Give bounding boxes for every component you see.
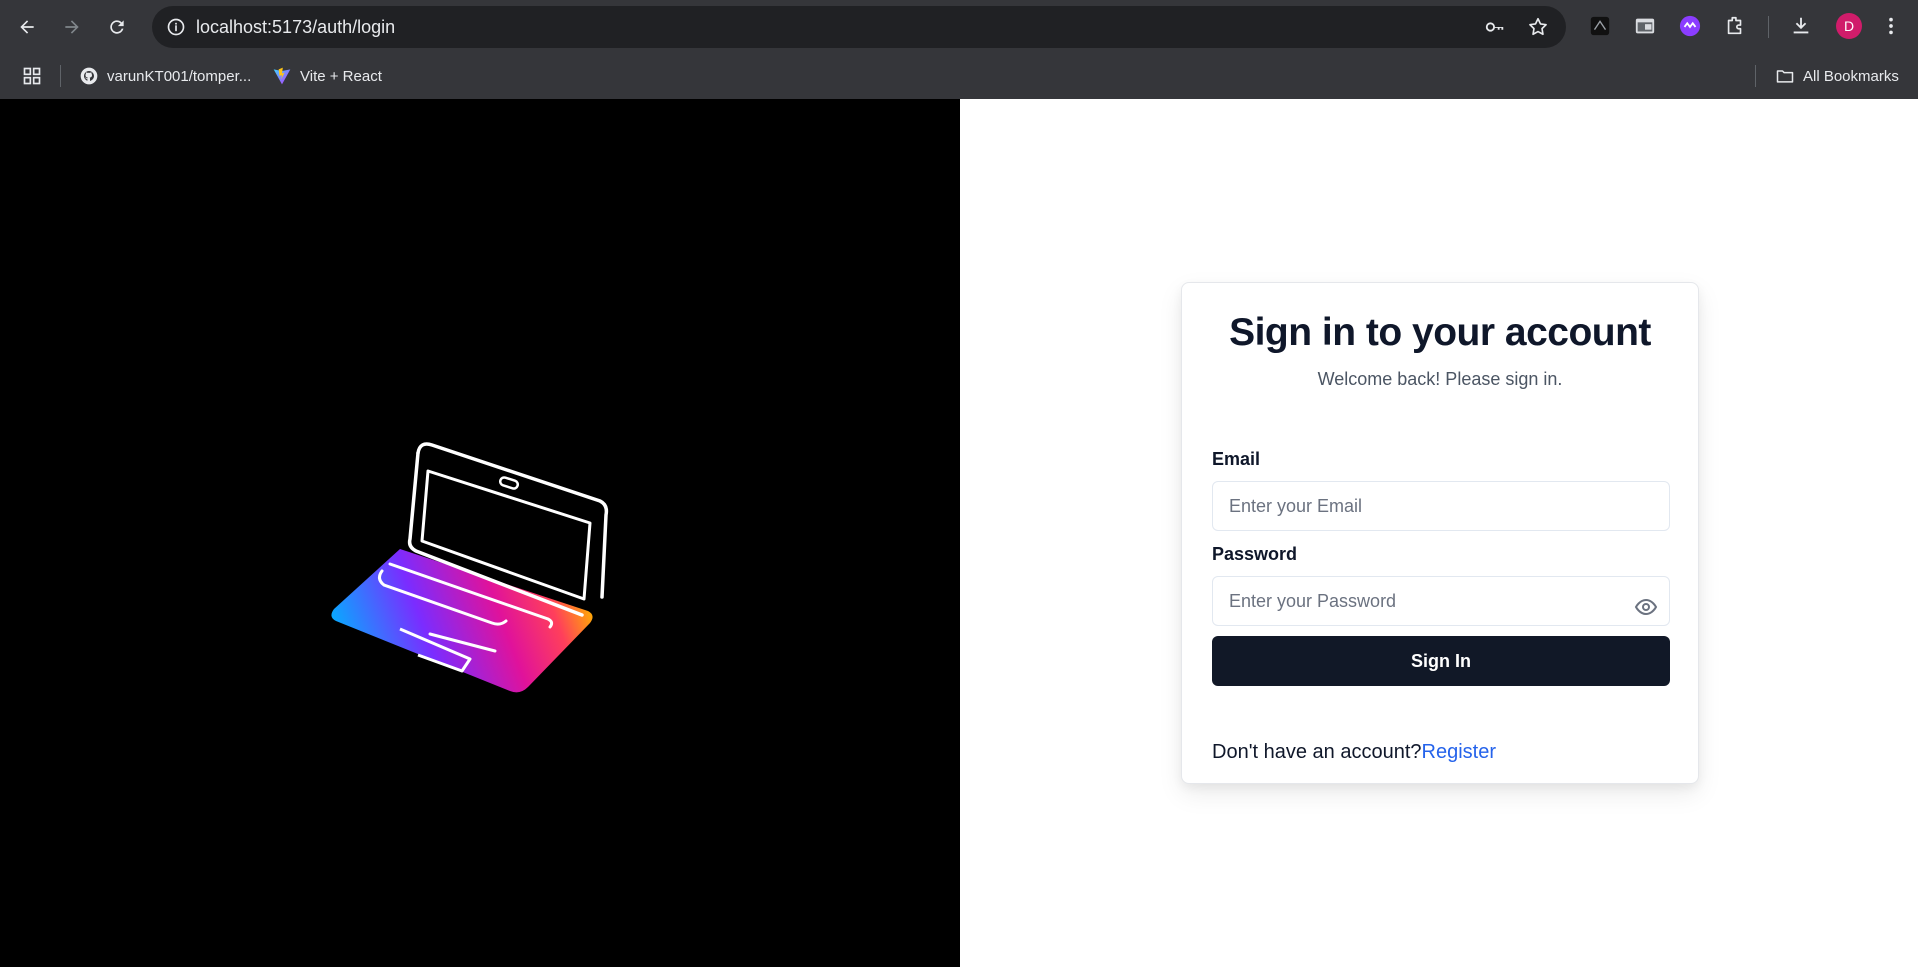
bookmark-star-icon[interactable] [1526, 15, 1550, 39]
vite-icon [272, 66, 292, 86]
all-bookmarks-button[interactable]: All Bookmarks [1775, 53, 1899, 99]
email-label: Email [1212, 449, 1261, 469]
url-text: localhost:5173/auth/login [196, 17, 396, 37]
forward-button[interactable] [54, 9, 90, 45]
page-subtitle: Welcome back! Please sign in. [1317, 369, 1563, 389]
email-input[interactable] [1212, 481, 1670, 531]
browser-chrome: localhost:5173/auth/login D varunKT001/t… [0, 0, 1918, 99]
github-icon [79, 66, 99, 86]
back-button[interactable] [9, 9, 45, 45]
page-title: Sign in to your account [1229, 311, 1651, 354]
browser-menu-icon[interactable] [1878, 13, 1904, 39]
password-label: Password [1212, 544, 1298, 564]
site-info-icon[interactable] [162, 13, 190, 41]
address-bar[interactable]: localhost:5173/auth/login [152, 6, 1566, 48]
password-key-icon[interactable] [1483, 15, 1507, 39]
apps-grid-icon[interactable] [20, 64, 44, 88]
bookmark-vite[interactable]: Vite + React [272, 53, 382, 99]
reload-icon [110, 20, 124, 34]
all-bookmarks-label: All Bookmarks [1803, 67, 1899, 85]
bookmarks-bar: varunKT001/tomper... Vite + React All Bo… [0, 53, 1918, 99]
folder-icon [1775, 66, 1795, 86]
password-input[interactable] [1212, 576, 1670, 626]
downloads-icon[interactable] [1788, 13, 1814, 39]
login-card: Sign in to your account Welcome back! Pl… [1181, 282, 1699, 784]
form-panel: Sign in to your account Welcome back! Pl… [960, 99, 1918, 967]
bookmark-label: Vite + React [300, 67, 382, 85]
back-arrow-icon [20, 20, 34, 34]
extension-purple-icon[interactable] [1677, 13, 1703, 39]
extensions-puzzle-icon[interactable] [1722, 13, 1748, 39]
reload-button[interactable] [99, 9, 135, 45]
extension-dark-icon[interactable] [1587, 13, 1613, 39]
laptop-illustration [331, 442, 609, 693]
bookmarks-separator [60, 65, 61, 87]
no-account-text: Don't have an account? [1212, 741, 1422, 763]
bookmark-github[interactable]: varunKT001/tomper... [79, 53, 251, 99]
bookmarks-separator [1755, 65, 1756, 87]
show-password-icon[interactable] [1630, 591, 1662, 623]
bookmark-label: varunKT001/tomper... [107, 67, 252, 85]
register-link[interactable]: Register [1422, 741, 1496, 763]
profile-avatar[interactable]: D [1836, 13, 1862, 39]
hero-panel [0, 99, 960, 967]
login-page: Sign in to your account Welcome back! Pl… [0, 99, 1918, 967]
extension-window-icon[interactable] [1632, 13, 1658, 39]
sign-in-button[interactable]: Sign In [1212, 636, 1670, 686]
browser-toolbar: localhost:5173/auth/login D [0, 0, 1918, 53]
register-prompt: Don't have an account?Register [1212, 741, 1496, 764]
toolbar-separator [1768, 16, 1769, 38]
forward-arrow-icon [65, 20, 79, 34]
